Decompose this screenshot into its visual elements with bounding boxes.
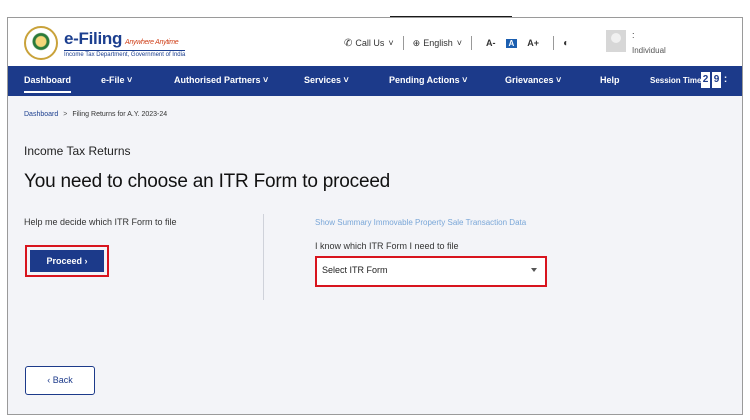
itr-form-select[interactable]: Select ITR Form: [315, 256, 547, 287]
main-content: Dashboard > Filing Returns for A.Y. 2023-2…: [8, 96, 742, 414]
font-increase-button[interactable]: A+: [527, 38, 539, 48]
breadcrumb-dashboard[interactable]: Dashboard: [24, 111, 58, 118]
emblem-icon: [24, 26, 58, 60]
main-nav: Dashboard e-File ˅ Authorised Partners ˅…: [8, 66, 742, 96]
itr-form-select-value: Select ITR Form: [322, 265, 388, 275]
breadcrumb: Dashboard > Filing Returns for A.Y. 2023-2…: [24, 111, 167, 118]
back-button[interactable]: ‹ Back: [25, 366, 95, 395]
contrast-icon[interactable]: ◐: [563, 38, 569, 49]
session-time-label: Session Time: [650, 76, 702, 85]
chevron-down-icon: ˅: [456, 38, 463, 48]
breadcrumb-separator: >: [63, 111, 68, 118]
brand-tagline: Anywhere Anytime: [125, 38, 179, 46]
chevron-down-icon: ˅: [388, 38, 394, 48]
efiling-logo[interactable]: e-Filing Anywhere Anytime Income Tax Depa…: [24, 26, 186, 60]
section-label: Income Tax Returns: [24, 144, 131, 158]
column-divider: [263, 214, 264, 300]
logo-text: e-Filing Anywhere Anytime Income Tax Depa…: [64, 28, 186, 58]
proceed-button[interactable]: Proceed ›: [30, 250, 104, 272]
avatar[interactable]: [606, 30, 626, 52]
session-timer: 2 9 :: [701, 72, 730, 88]
font-decrease-button[interactable]: A-: [486, 38, 496, 48]
timer-colon: :: [723, 74, 728, 85]
breadcrumb-current: Filing Returns for A.Y. 2023-24: [72, 111, 168, 118]
divider: [402, 36, 404, 50]
know-itr-label: I know which ITR Form I need to file: [315, 241, 459, 251]
call-us-link[interactable]: Call Us: [355, 38, 384, 48]
proceed-highlight: Proceed ›: [25, 245, 109, 277]
page-title: You need to choose an ITR Form to procee…: [24, 171, 391, 192]
nav-efile[interactable]: e-File ˅: [101, 75, 132, 85]
timer-digit: 2: [701, 72, 710, 88]
help-decide-label: Help me decide which ITR Form to file: [24, 217, 177, 227]
nav-pending-actions[interactable]: Pending Actions ˅: [389, 75, 467, 85]
nav-authorised-partners[interactable]: Authorised Partners ˅: [174, 75, 268, 85]
phone-icon: ✆: [344, 37, 353, 49]
browser-frame: e-Filing Anywhere Anytime Income Tax Depa…: [7, 17, 743, 415]
divider: [553, 36, 555, 50]
nav-help[interactable]: Help: [600, 75, 620, 85]
nav-services[interactable]: Services ˅: [304, 75, 349, 85]
site-header: e-Filing Anywhere Anytime Income Tax Depa…: [8, 18, 742, 66]
font-normal-button[interactable]: A: [505, 38, 518, 48]
globe-icon: ⊕: [412, 37, 421, 48]
nav-grievances[interactable]: Grievances ˅: [505, 75, 561, 85]
user-name: :: [632, 30, 635, 40]
brand-dept: Income Tax Department, Government of Ind…: [64, 49, 186, 58]
divider: [471, 36, 473, 50]
summary-property-link[interactable]: Show Summary Immovable Property Sale Tra…: [315, 218, 526, 227]
user-role: Individual: [632, 46, 666, 55]
language-select[interactable]: English: [423, 38, 453, 48]
timer-digit: 9: [712, 72, 721, 88]
nav-dashboard[interactable]: Dashboard: [24, 75, 72, 93]
header-tools: ✆ Call Us ˅ ⊕ English ˅ A- A A+ ◐: [344, 36, 569, 50]
brand-name: e-Filing: [64, 28, 123, 48]
chevron-down-icon: [531, 268, 537, 272]
